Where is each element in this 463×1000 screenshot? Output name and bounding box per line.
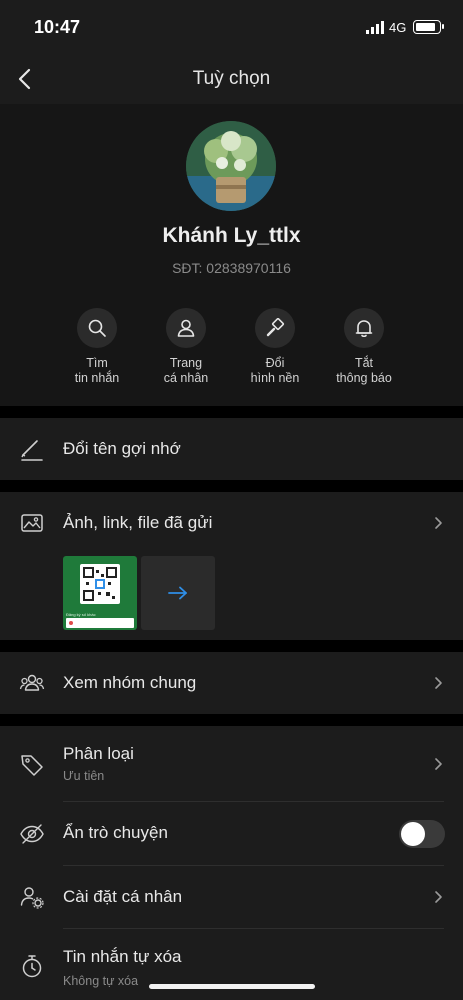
avatar-image — [186, 121, 276, 211]
personal-settings-row[interactable]: Cài đặt cá nhân — [0, 866, 463, 928]
bell-icon — [355, 320, 373, 338]
chevron-right-icon — [435, 891, 442, 903]
rename-label: Đổi tên gợi nhớ — [63, 439, 181, 458]
toggle-knob — [401, 822, 425, 846]
rename-row[interactable]: Đổi tên gợi nhớ — [0, 418, 463, 480]
photo-icon — [21, 514, 43, 532]
qr-code-thumbnail[interactable]: Đăng ký số khác — [63, 556, 137, 630]
media-label: Ảnh, link, file đã gửi — [63, 513, 213, 532]
qr-card-footer — [66, 618, 134, 628]
nav-bar: Tuỳ chọn — [0, 56, 463, 104]
classify-row[interactable]: Phân loại Ưu tiên — [0, 726, 463, 801]
home-indicator[interactable] — [149, 984, 315, 989]
change-background-button[interactable]: Đổi hình nền — [225, 308, 325, 386]
groups-row[interactable]: Xem nhóm chung — [0, 652, 463, 714]
status-time: 10:47 — [34, 17, 81, 37]
groups-label: Xem nhóm chung — [63, 673, 197, 692]
user-gear-icon — [20, 887, 44, 909]
status-bar: 10:47 4G — [0, 0, 463, 56]
paint-brush-icon — [266, 318, 285, 337]
pencil-icon — [21, 440, 43, 461]
action-label: Đổi — [265, 356, 285, 370]
action-label: hình nền — [250, 371, 300, 385]
action-label: Tìm — [86, 356, 108, 370]
arrow-right-icon — [168, 586, 187, 600]
action-label: Trang — [169, 356, 203, 370]
media-row[interactable]: Ảnh, link, file đã gửi — [0, 492, 463, 552]
qr-caption: Đăng ký số khác — [66, 612, 96, 617]
person-icon — [177, 319, 195, 337]
auto-delete-label: Tin nhắn tự xóa — [63, 947, 182, 966]
chevron-right-icon — [435, 517, 442, 529]
search-icon — [88, 319, 106, 337]
page-title: Tuỳ chọn — [192, 68, 271, 89]
tag-icon — [21, 755, 43, 776]
action-label: thông báo — [336, 371, 392, 385]
profile-section: Khánh Ly_ttlx SĐT: 02838970116 Tìm tin nh… — [0, 104, 463, 406]
rename-section: Đổi tên gợi nhớ — [0, 418, 463, 480]
avatar[interactable] — [186, 121, 276, 211]
hide-chat-row: Ẩn trò chuyện — [0, 802, 463, 865]
classify-label: Phân loại — [63, 744, 134, 763]
search-messages-button[interactable]: Tìm tin nhắn — [47, 308, 147, 386]
battery-icon — [413, 20, 444, 34]
signal-icon — [366, 21, 384, 34]
classify-value: Ưu tiên — [63, 769, 105, 783]
chevron-right-icon — [435, 677, 442, 689]
chevron-right-icon — [435, 758, 442, 770]
qr-code-icon — [80, 564, 120, 604]
personal-settings-label: Cài đặt cá nhân — [63, 887, 183, 906]
see-more-media-button[interactable] — [141, 556, 215, 630]
mute-notifications-button[interactable]: Tắt thông báo — [314, 308, 414, 386]
stopwatch-icon — [22, 955, 42, 978]
hide-chat-label: Ẩn trò chuyện — [63, 823, 168, 842]
profile-name: Khánh Ly_ttlx — [162, 224, 301, 247]
auto-delete-value: Không tự xóa — [63, 974, 139, 988]
personal-page-button[interactable]: Trang cá nhân — [136, 308, 236, 386]
network-type: 4G — [389, 20, 407, 35]
eye-off-icon — [20, 824, 44, 844]
groups-section: Xem nhóm chung — [0, 652, 463, 714]
action-label: cá nhân — [163, 371, 209, 385]
action-label: Tắt — [354, 356, 374, 370]
profile-phone: SĐT: 02838970116 — [172, 260, 291, 276]
group-icon — [19, 674, 45, 691]
settings-section: Phân loại Ưu tiên Ẩn trò chuyện Cài đặt … — [0, 726, 463, 1000]
action-label: tin nhắn — [74, 371, 120, 385]
auto-delete-row[interactable]: Tin nhắn tự xóa Không tự xóa — [0, 929, 463, 1000]
hide-chat-toggle[interactable] — [399, 820, 445, 848]
